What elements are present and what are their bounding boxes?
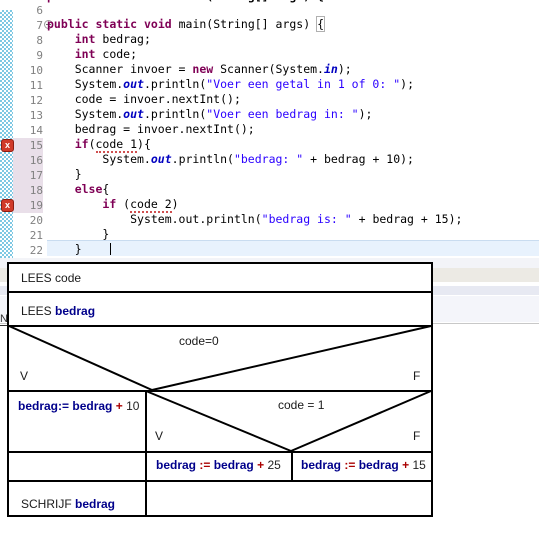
nsd-assign-op: := [344, 458, 356, 472]
nsd-branch-label-true-inner: V [155, 429, 164, 443]
nsd-branch-label-false-inner: F [413, 429, 421, 443]
nsd-text-plain: SCHRIJF [21, 497, 75, 511]
code-line: code = invoer.nextInt(); [74, 92, 241, 106]
nsd-expr-var: bedrag [213, 458, 254, 472]
nsd-text-var: bedrag [55, 304, 96, 318]
text-caret [110, 243, 111, 255]
nsd-operand: 25 [267, 458, 281, 472]
line-number-gutter[interactable]: 6 7 8 9 10 11 12 13 14 15 16 17 18 19 20… [13, 0, 47, 258]
line-number: 6 [36, 4, 43, 17]
line-number: 12 [29, 94, 43, 107]
code-line: System.out.println("bedrag: " + bedrag +… [102, 152, 414, 166]
code-line: Scanner invoer = new Scanner(System.in); [74, 62, 352, 76]
code-line-error: if(code 1){ [74, 137, 151, 153]
nassi-shneiderman-diagram: LEES code LEES bedrag code=0 V F bedrag:… [7, 262, 433, 517]
decision-diagonals [8, 325, 432, 452]
line-number: 17 [13, 168, 43, 183]
nsd-operator: + [115, 399, 123, 413]
nsd-row-read-code: LEES code [21, 271, 81, 285]
nsd-assign-op: := [199, 458, 211, 472]
nsd-assign-var: bedrag [18, 399, 59, 413]
code-line-current: } [74, 242, 82, 256]
code-line: System.out.println("Voer een bedrag in: … [74, 107, 373, 121]
code-text-area[interactable]: public static void main(String[] args) {… [47, 0, 539, 258]
nsd-process-assign-15: bedrag := bedrag + 15 [301, 458, 426, 472]
nsd-operand: 10 [126, 399, 140, 413]
nsd-text-var: code [55, 271, 82, 285]
line-number: 18 [13, 183, 43, 198]
code-line: else{ [74, 182, 110, 196]
nsd-process-assign-25: bedrag := bedrag + 25 [156, 458, 281, 472]
nsd-row-read-bedrag: LEES bedrag [21, 304, 95, 318]
line-number: 22 [29, 244, 43, 257]
code-line-error: if (code 2) [102, 197, 179, 213]
nsd-assign-var: bedrag [156, 458, 197, 472]
code-line: System.out.println("bedrag is: " + bedra… [130, 212, 463, 226]
nsd-assign-var: bedrag [301, 458, 342, 472]
nsd-text-var: bedrag [75, 497, 116, 511]
nsd-operand: 15 [412, 458, 426, 472]
line-number: 10 [29, 64, 43, 77]
nsd-process-assign-10: bedrag:= bedrag + 10 [18, 399, 139, 413]
error-marker-icon[interactable]: x [1, 139, 14, 152]
nsd-expr-var: bedrag [72, 399, 113, 413]
line-number: 11 [29, 79, 43, 92]
code-line: bedrag = invoer.nextInt(); [74, 122, 255, 136]
line-number: 7 [36, 19, 43, 32]
line-number: 14 [29, 124, 43, 137]
nsd-condition-inner: code = 1 [278, 398, 325, 412]
nsd-condition-outer: code=0 [179, 334, 219, 348]
code-line: int bedrag; [74, 32, 151, 46]
line-number: 13 [29, 109, 43, 122]
code-line: int code; [74, 47, 138, 61]
nsd-row-write-bedrag: SCHRIJF bedrag [21, 497, 115, 511]
annotation-ruler-strip[interactable] [0, 10, 13, 258]
line-number: 16 [13, 153, 43, 168]
line-number: 8 [36, 34, 43, 47]
line-number: 9 [36, 49, 43, 62]
code-line: } [102, 227, 110, 241]
nsd-assign-op: := [58, 399, 70, 413]
nsd-text-plain: LEES [21, 271, 56, 285]
code-line: } [74, 167, 82, 181]
code-line-truncated: public static void main(String[] args) { [47, 0, 324, 4]
code-line: public static void main(String[] args) { [47, 16, 326, 32]
code-line: System.out.println("Voer een getal in 1 … [74, 77, 414, 91]
nsd-branch-label-true-outer: V [20, 369, 29, 383]
line-number: 20 [29, 214, 43, 227]
line-number: 19 [13, 198, 43, 213]
line-number: 15 [13, 138, 43, 153]
nsd-text-plain: LEES [21, 304, 56, 318]
nsd-expr-var: bedrag [358, 458, 399, 472]
nsd-branch-label-false-outer: F [413, 369, 421, 383]
error-marker-icon[interactable]: x [1, 199, 14, 212]
line-number: 21 [29, 229, 43, 242]
